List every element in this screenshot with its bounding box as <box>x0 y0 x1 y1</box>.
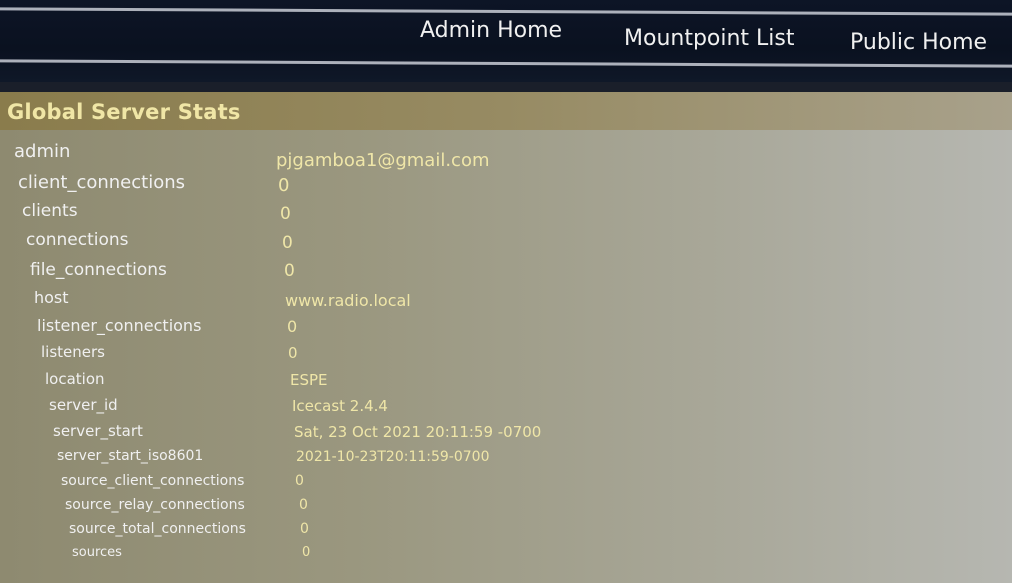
stat-value: 0 <box>287 317 298 336</box>
stat-value: 0 <box>278 175 290 196</box>
nav-link-mountpoint-list[interactable]: Mountpoint List <box>624 26 795 51</box>
stat-value: ESPE <box>290 371 328 389</box>
panel-header: Global Server Stats <box>0 92 1012 130</box>
stat-value: 0 <box>284 261 295 281</box>
stat-value: 0 <box>295 473 304 489</box>
stat-key: admin <box>14 141 71 162</box>
stat-value: pjgamboa1@gmail.com <box>276 150 490 171</box>
stat-key: listeners <box>41 343 105 361</box>
stat-key: sources <box>72 545 122 560</box>
stat-value: 0 <box>299 497 308 513</box>
stat-key: source_total_connections <box>69 521 246 537</box>
stat-value: 0 <box>280 204 291 224</box>
stat-value: www.radio.local <box>285 291 411 310</box>
stat-value: Icecast 2.4.4 <box>292 397 388 415</box>
stat-key: server_start_iso8601 <box>57 448 204 464</box>
stat-key: connections <box>26 230 129 250</box>
stat-key: clients <box>22 201 78 221</box>
header-divider-line <box>0 59 1012 68</box>
nav-link-public-home[interactable]: Public Home <box>850 30 987 55</box>
stat-value: Sat, 23 Oct 2021 20:11:59 -0700 <box>294 423 542 441</box>
nav-link-admin-home[interactable]: Admin Home <box>420 18 562 43</box>
stat-value: 0 <box>282 233 293 253</box>
stat-key: client_connections <box>18 172 185 193</box>
top-navigation-bar: Admin Home Mountpoint List Public Home <box>0 0 1012 82</box>
panel-title: Global Server Stats <box>7 100 241 124</box>
stat-value: 0 <box>302 545 311 560</box>
stat-key: server_id <box>49 396 118 414</box>
stat-key: server_start <box>53 422 143 440</box>
stat-key: listener_connections <box>37 316 202 335</box>
stat-key: file_connections <box>30 260 167 280</box>
stat-key: source_client_connections <box>61 473 245 489</box>
stat-key: host <box>34 288 69 307</box>
stat-value: 2021-10-23T20:11:59-0700 <box>296 449 490 465</box>
stat-value: 0 <box>300 521 309 537</box>
stat-key: location <box>45 370 105 388</box>
stat-value: 0 <box>288 344 298 362</box>
header-divider-line <box>0 7 1012 16</box>
stat-key: source_relay_connections <box>65 497 245 513</box>
